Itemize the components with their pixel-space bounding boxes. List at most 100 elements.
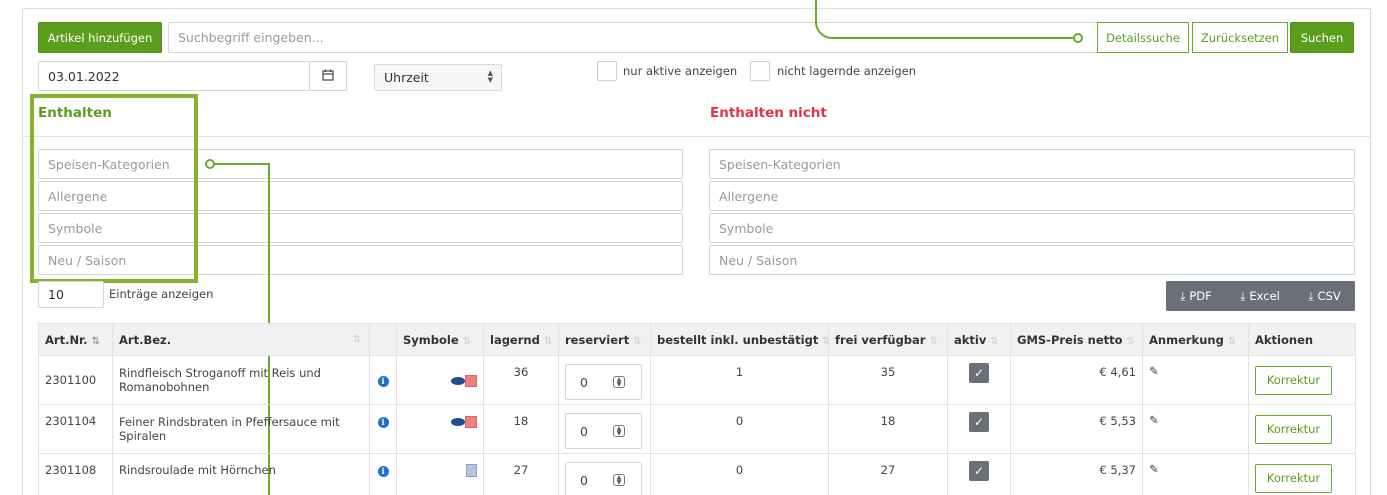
active-checkbox[interactable]: ✓: [969, 412, 989, 432]
stepper-arrows-icon[interactable]: ▲ ▼: [613, 425, 625, 437]
info-icon[interactable]: i: [377, 375, 389, 387]
fish-symbol-icon: [451, 417, 465, 426]
exclude-allergens-field[interactable]: Allergene: [709, 181, 1355, 211]
cell-artnr: 2301100: [38, 355, 113, 405]
sort-icon: ⇅: [352, 334, 361, 345]
cell-symbole: [396, 355, 484, 405]
col-bestellt[interactable]: bestellt inkl. unbestätigt ⇅: [650, 323, 831, 356]
cell-frei: 18: [828, 404, 948, 454]
col-artnr-label: Art.Nr.: [45, 332, 88, 347]
cell-aktiv: ✓: [947, 453, 1011, 495]
cell-info: i: [369, 453, 397, 495]
entries-label: Einträge anzeigen: [109, 287, 214, 301]
stepper-arrows-icon[interactable]: ▲ ▼: [613, 474, 625, 486]
col-artnr[interactable]: Art.Nr. ⇅: [38, 323, 113, 356]
entries-count-field[interactable]: 10: [38, 281, 104, 308]
time-select[interactable]: Uhrzeit ▲ ▼: [374, 64, 502, 91]
reserved-value: 0: [580, 472, 588, 488]
col-lagernd-label: lagernd: [490, 332, 540, 347]
entries-count-value: 10: [48, 287, 64, 302]
exclude-season-field[interactable]: Neu / Saison: [709, 245, 1355, 275]
detail-search-button[interactable]: Detailssuche: [1097, 22, 1189, 53]
cell-info: i: [369, 355, 397, 405]
beef-symbol-icon: [465, 374, 477, 387]
cell-aktionen: Korrektur: [1248, 404, 1356, 454]
cell-artbez: Rindsroulade mit Hörnchen: [112, 453, 370, 495]
beef-symbol-icon: [465, 415, 477, 428]
not-stocked-checkbox[interactable]: [750, 61, 770, 81]
pencil-icon[interactable]: ✎: [1149, 462, 1159, 476]
pdf-export-button[interactable]: ⤓ PDF: [1180, 289, 1212, 304]
cell-reserviert: 0 ▲ ▼: [558, 355, 651, 405]
cell-anmerkung: ✎: [1142, 404, 1249, 454]
reserved-stepper[interactable]: 0 ▲ ▼: [565, 413, 642, 449]
col-info: [369, 323, 397, 356]
col-frei-label: frei verfügbar: [835, 332, 926, 347]
info-icon[interactable]: i: [377, 416, 389, 428]
col-artbez-label: Art.Bez.: [119, 332, 172, 347]
reset-button[interactable]: Zurücksetzen: [1192, 22, 1288, 53]
only-active-checkbox[interactable]: [597, 61, 617, 81]
cell-preis: € 5,53: [1010, 404, 1143, 454]
exclude-category-field[interactable]: Speisen-Kategorien: [709, 149, 1355, 179]
fish-symbol-icon: [451, 376, 465, 385]
info-icon[interactable]: i: [377, 465, 389, 477]
date-value: 03.01.2022: [48, 68, 120, 84]
cell-lagernd: 27: [483, 453, 559, 495]
calendar-icon: [322, 69, 334, 84]
select-arrows-icon: ▲ ▼: [487, 69, 493, 84]
cell-reserviert: 0 ▲ ▼: [558, 453, 651, 495]
cell-aktionen: Korrektur: [1248, 453, 1356, 495]
table-row: 2301104 Feiner Rindsbraten in Pfeffersau…: [38, 404, 1356, 454]
cell-symbole: [396, 404, 484, 454]
add-article-button[interactable]: Artikel hinzufügen: [38, 22, 162, 53]
sort-icon: ⇅: [543, 335, 553, 347]
calendar-button[interactable]: [309, 61, 347, 91]
col-lagernd[interactable]: lagernd ⇅: [483, 323, 559, 356]
sort-icon: ⇅: [929, 335, 938, 347]
reserved-value: 0: [580, 374, 588, 390]
col-reserviert-label: reserviert: [565, 332, 630, 347]
cell-anmerkung: ✎: [1142, 453, 1249, 495]
col-anmerkung[interactable]: Anmerkung ⇅: [1142, 323, 1249, 356]
divider: [23, 136, 1370, 137]
date-field[interactable]: 03.01.2022: [38, 61, 310, 91]
sort-icon: ⇅: [1227, 335, 1237, 347]
col-reserviert[interactable]: reserviert ⇅: [558, 323, 651, 356]
col-symbole[interactable]: Symbole ⇅: [396, 323, 484, 356]
cell-preis: € 5,37: [1010, 453, 1143, 495]
active-checkbox[interactable]: ✓: [969, 461, 989, 481]
csv-export-button[interactable]: ⤓ CSV: [1308, 289, 1340, 304]
reserved-stepper[interactable]: 0 ▲ ▼: [565, 462, 642, 495]
include-callout-line-h: [214, 163, 269, 165]
col-preis[interactable]: GMS-Preis netto ⇅: [1010, 323, 1143, 356]
korrektur-button[interactable]: Korrektur: [1255, 414, 1332, 444]
exclude-title: Enthalten nicht: [710, 105, 827, 121]
excel-export-button[interactable]: ⤓ Excel: [1240, 289, 1280, 304]
download-icon: ⤓: [1308, 288, 1314, 303]
download-icon: ⤓: [1180, 288, 1186, 303]
col-anmerkung-label: Anmerkung: [1149, 332, 1224, 347]
stepper-arrows-icon[interactable]: ▲ ▼: [613, 376, 625, 388]
include-highlight-box: [30, 94, 198, 283]
cell-reserviert: 0 ▲ ▼: [558, 404, 651, 454]
korrektur-button[interactable]: Korrektur: [1255, 365, 1332, 395]
cell-preis: € 4,61: [1010, 355, 1143, 405]
pencil-icon[interactable]: ✎: [1149, 413, 1159, 427]
reserved-stepper[interactable]: 0 ▲ ▼: [565, 364, 642, 400]
col-aktionen-label: Aktionen: [1255, 332, 1314, 347]
sort-asc-icon: ⇅: [91, 335, 100, 347]
cell-bestellt: 0: [650, 453, 829, 495]
pencil-icon[interactable]: ✎: [1149, 364, 1159, 378]
cell-frei: 27: [828, 453, 948, 495]
col-bestellt-label: bestellt inkl. unbestätigt: [657, 332, 819, 347]
korrektur-button[interactable]: Korrektur: [1255, 463, 1332, 493]
col-artbez[interactable]: Art.Bez. ⇅: [112, 323, 370, 356]
exclude-symbols-field[interactable]: Symbole: [709, 213, 1355, 243]
search-button[interactable]: Suchen: [1290, 22, 1354, 53]
active-checkbox[interactable]: ✓: [969, 363, 989, 383]
table-header-row: Art.Nr. ⇅ Art.Bez. ⇅ Symbole ⇅ lagernd ⇅ res…: [38, 323, 1356, 356]
col-aktiv[interactable]: aktiv ⇅: [947, 323, 1011, 356]
col-frei[interactable]: frei verfügbar ⇅: [828, 323, 948, 356]
col-aktionen: Aktionen: [1248, 323, 1356, 356]
